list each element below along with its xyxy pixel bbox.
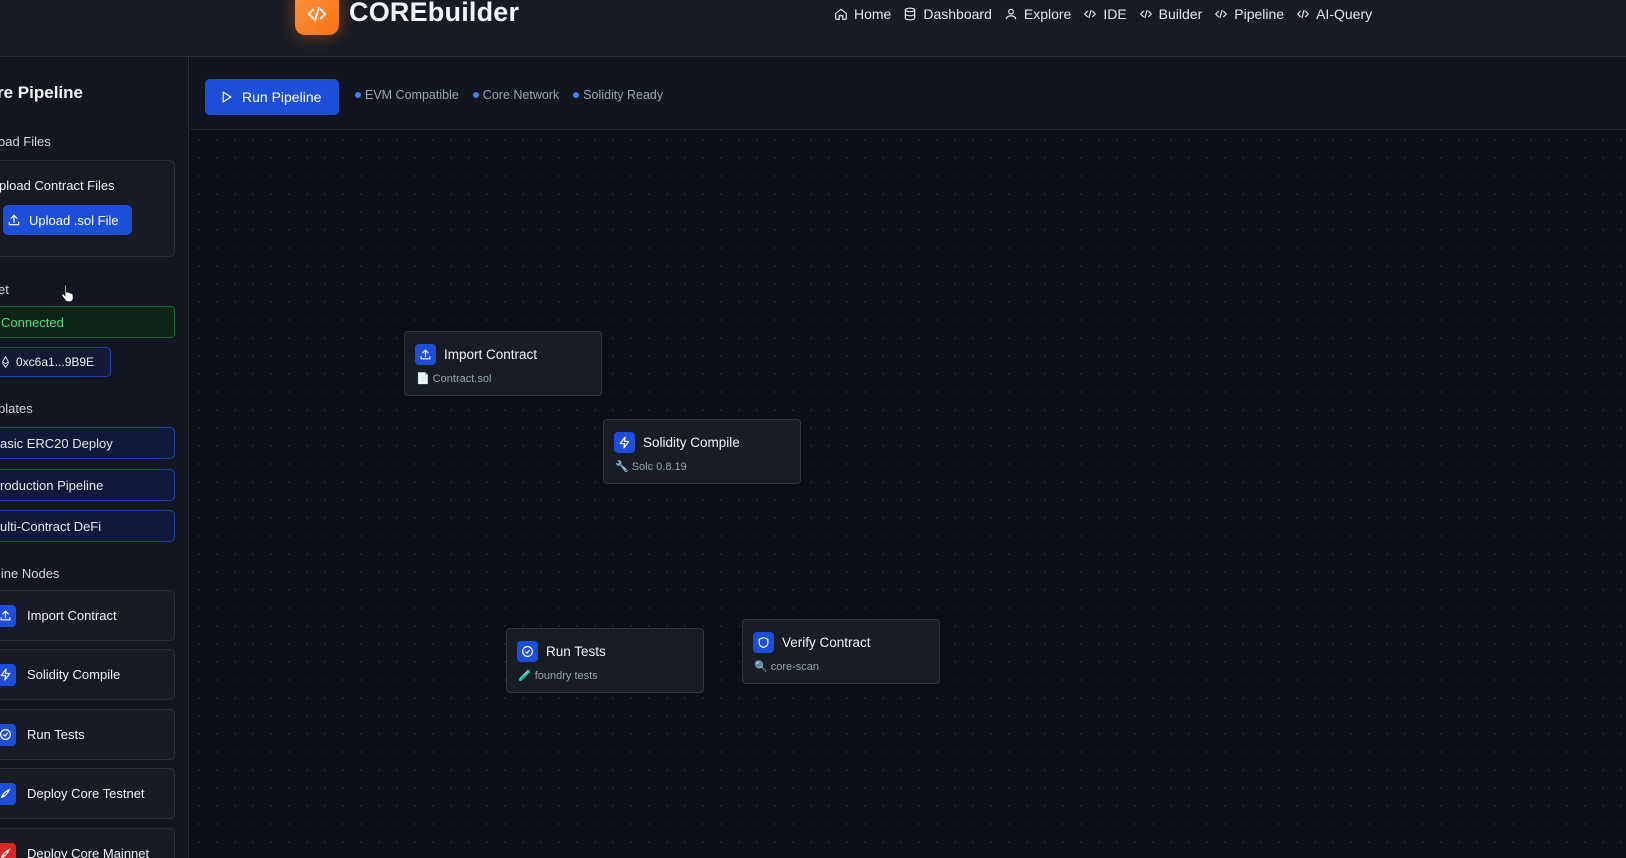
nav-ide[interactable]: IDE xyxy=(1083,6,1127,22)
palette-deploy-testnet[interactable]: Deploy Core Testnet xyxy=(0,768,175,819)
badge-evm: EVM Compatible xyxy=(355,88,459,102)
nav-dashboard-label: Dashboard xyxy=(923,6,992,22)
nav-explore[interactable]: Explore xyxy=(1004,6,1071,22)
sidebar: re Pipeline oad Files pload Contract Fil… xyxy=(0,57,189,858)
upload-card-title: pload Contract Files xyxy=(0,178,115,193)
palette-compile-label: Solidity Compile xyxy=(27,667,121,682)
mouse-pointer-icon xyxy=(61,283,74,303)
node-subtitle: Solc 0.8.19 xyxy=(631,460,687,473)
node-subtitle: Contract.sol xyxy=(432,372,492,385)
nav-ai-query-label: AI-Query xyxy=(1316,6,1373,22)
logo[interactable] xyxy=(295,0,339,35)
upload-sol-button[interactable]: Upload .sol File xyxy=(3,205,132,235)
nav-dashboard[interactable]: Dashboard xyxy=(903,6,992,22)
status-dot xyxy=(355,92,361,98)
upload-sol-label: Upload .sol File xyxy=(29,212,119,228)
file-icon: 📄 xyxy=(416,373,430,385)
upload-icon xyxy=(415,344,436,365)
code-icon xyxy=(307,6,327,21)
sidebar-title: re Pipeline xyxy=(0,83,83,102)
status-dot xyxy=(472,92,479,98)
template-defi[interactable]: ulti-Contract DeFi xyxy=(0,510,175,542)
palette-testnet-label: Deploy Core Testnet xyxy=(27,786,145,801)
code-icon xyxy=(1084,9,1097,19)
badge-core-network: Core Network xyxy=(472,88,560,102)
node-verify-contract[interactable]: Verify Contract 🔍 core-scan xyxy=(742,619,940,684)
bolt-icon xyxy=(0,663,16,686)
node-title: Import Contract xyxy=(444,347,538,362)
user-icon xyxy=(1005,8,1017,20)
palette-import-contract[interactable]: Import Contract xyxy=(0,590,175,641)
nav-builder-label: Builder xyxy=(1158,6,1203,22)
badge-solidity: Solidity Ready xyxy=(573,88,663,102)
badge-core-label: Core Network xyxy=(482,88,560,102)
upload-icon xyxy=(8,214,20,226)
palette-tests-label: Run Tests xyxy=(27,727,85,742)
palette-solidity-compile[interactable]: Solidity Compile xyxy=(0,649,175,700)
shield-icon xyxy=(753,632,774,653)
node-title: Verify Contract xyxy=(782,635,871,650)
template-production[interactable]: roduction Pipeline xyxy=(0,469,175,501)
test-tube-icon: 🧪 xyxy=(518,670,532,682)
palette-import-label: Import Contract xyxy=(27,608,117,623)
wrench-icon: 🔧 xyxy=(615,461,629,473)
wallet-status: Connected xyxy=(0,306,175,338)
nav-ide-label: IDE xyxy=(1103,6,1127,22)
node-run-tests[interactable]: Run Tests 🧪 foundry tests xyxy=(506,628,704,693)
check-circle-icon xyxy=(517,641,538,662)
app-name: COREbuilder xyxy=(349,0,520,27)
run-pipeline-label: Run Pipeline xyxy=(242,89,322,105)
nav-builder[interactable]: Builder xyxy=(1139,6,1203,22)
rocket-icon xyxy=(0,842,16,858)
home-icon xyxy=(835,8,847,20)
node-subtitle: core-scan xyxy=(770,660,819,673)
wallet-address[interactable]: 0xc6a1...9B9E xyxy=(0,347,111,377)
pipeline-canvas[interactable]: Import Contract 📄 Contract.sol Solidity C… xyxy=(190,131,1626,858)
main-nav: Home Dashboard Explore IDE Builder Pipel… xyxy=(834,4,1372,24)
upload-section-heading: oad Files xyxy=(0,134,51,149)
ethereum-icon xyxy=(1,356,10,368)
dashboard-icon xyxy=(905,7,916,21)
badge-solidity-label: Solidity Ready xyxy=(583,88,664,102)
nav-explore-label: Explore xyxy=(1023,6,1072,22)
upload-icon xyxy=(0,604,16,627)
palette-run-tests[interactable]: Run Tests xyxy=(0,709,175,760)
template-erc20[interactable]: asic ERC20 Deploy xyxy=(0,427,175,459)
code-icon xyxy=(1139,9,1152,19)
wallet-address-label: 0xc6a1...9B9E xyxy=(16,355,95,369)
badge-evm-label: EVM Compatible xyxy=(365,88,459,102)
magnifier-icon: 🔍 xyxy=(754,661,768,673)
nav-pipeline-label: Pipeline xyxy=(1234,6,1285,22)
code-icon xyxy=(1215,9,1228,19)
status-dot xyxy=(573,92,580,98)
rocket-icon xyxy=(0,782,16,805)
pipeline-toolbar: Run Pipeline EVM Compatible Core Network… xyxy=(190,57,1626,130)
palette-deploy-mainnet[interactable]: Deploy Core Mainnet xyxy=(0,828,175,858)
code-icon xyxy=(1297,9,1310,19)
node-subtitle: foundry tests xyxy=(534,669,598,682)
app-header: COREbuilder Home Dashboard Explore IDE B… xyxy=(0,0,1626,57)
palette-mainnet-label: Deploy Core Mainnet xyxy=(27,846,150,858)
node-title: Run Tests xyxy=(546,644,606,659)
node-import-contract[interactable]: Import Contract 📄 Contract.sol xyxy=(404,331,602,396)
node-title: Solidity Compile xyxy=(643,435,740,450)
bolt-icon xyxy=(614,432,635,453)
nav-ai-query[interactable]: AI-Query xyxy=(1296,6,1372,22)
nav-pipeline[interactable]: Pipeline xyxy=(1214,6,1284,22)
nodes-section-heading: line Nodes xyxy=(0,566,60,581)
play-icon xyxy=(222,91,232,103)
nav-home-label: Home xyxy=(854,6,892,22)
network-badges: EVM Compatible Core Network Solidity Rea… xyxy=(355,88,663,102)
run-pipeline-button[interactable]: Run Pipeline xyxy=(205,79,339,115)
node-solidity-compile[interactable]: Solidity Compile 🔧 Solc 0.8.19 xyxy=(603,419,801,484)
nav-home[interactable]: Home xyxy=(834,6,891,22)
check-circle-icon xyxy=(0,723,16,746)
wallet-section-heading: et xyxy=(0,282,9,297)
templates-section-heading: plates xyxy=(0,401,33,416)
